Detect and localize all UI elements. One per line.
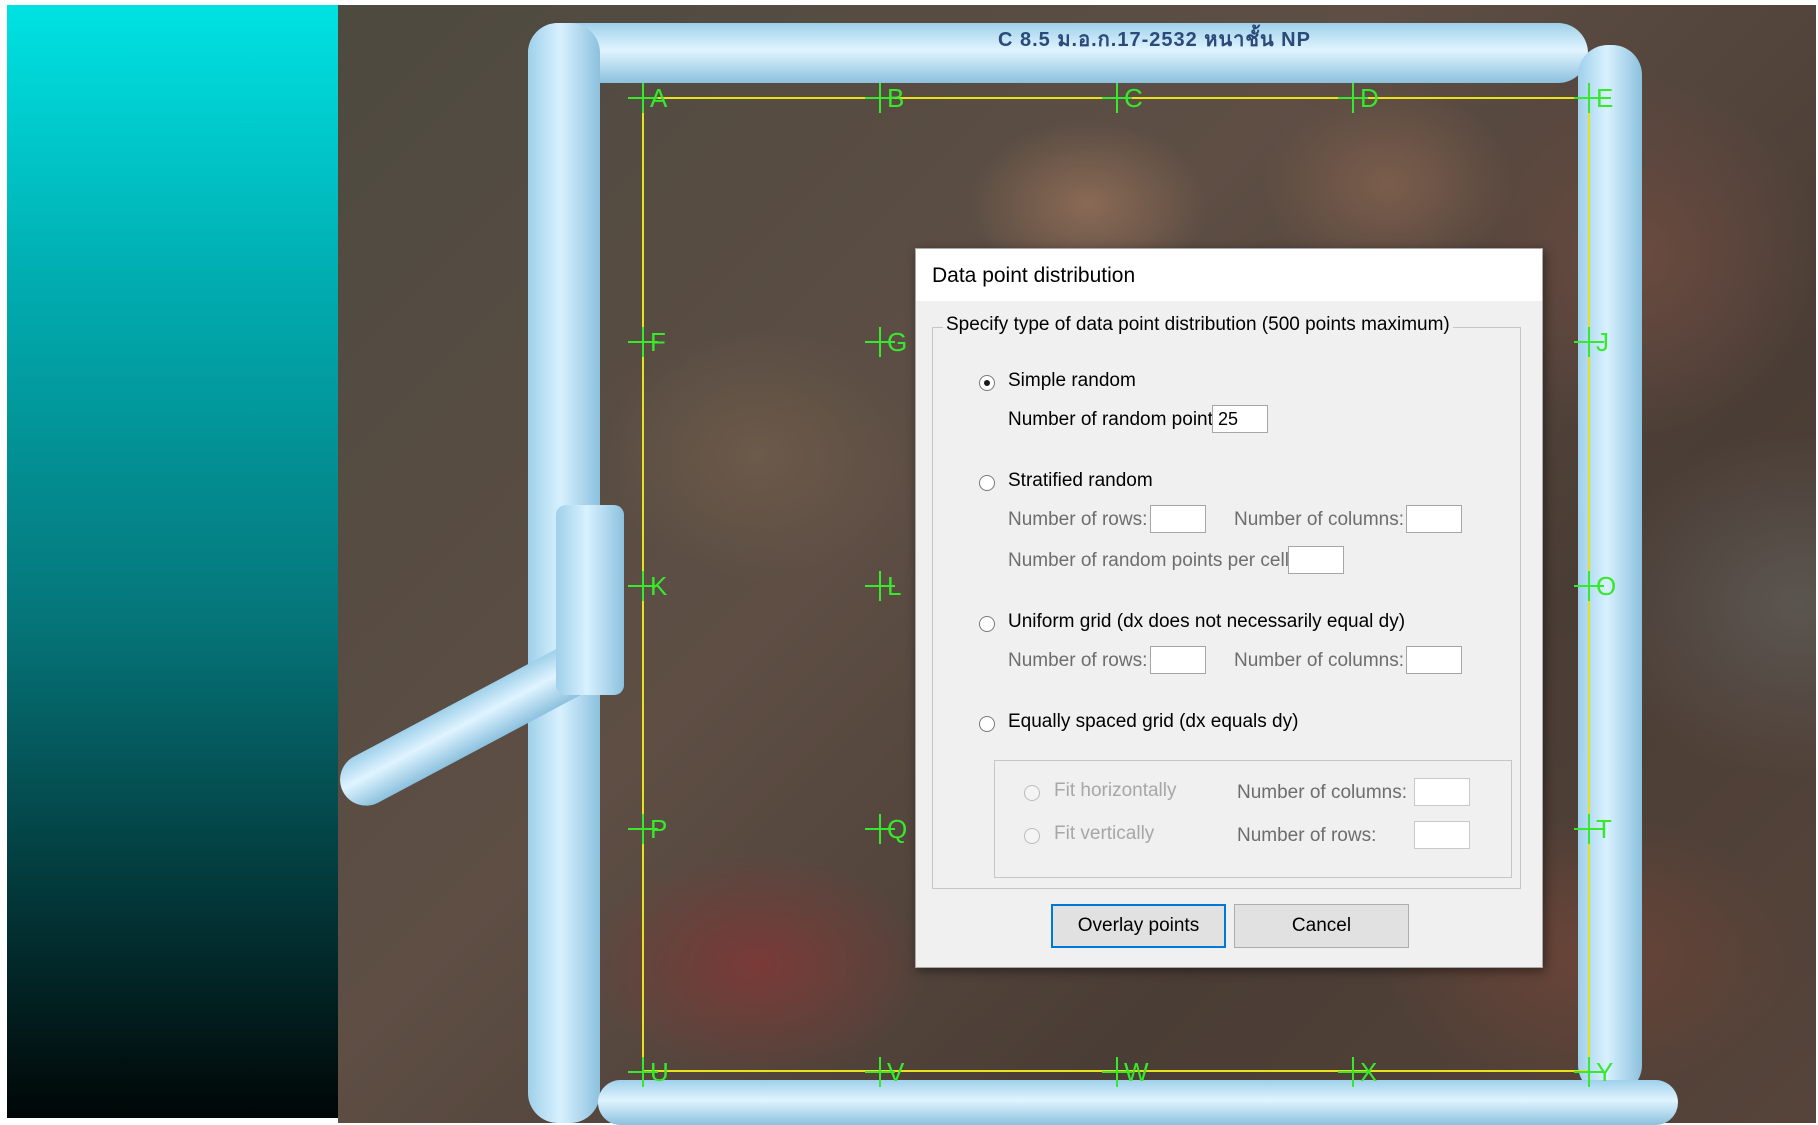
distribution-type-group: Specify type of data point distribution … (932, 314, 1521, 889)
grid-marker-label: C (1124, 83, 1143, 113)
simple-random-label[interactable]: Simple random (1008, 370, 1136, 392)
grid-marker: B (865, 83, 904, 113)
grid-marker: O (1574, 571, 1616, 601)
grid-marker: Y (1574, 1057, 1613, 1087)
sidebar-panel (7, 5, 338, 1118)
grid-marker-label: T (1596, 814, 1612, 844)
uniform-rows-label: Number of rows: (1008, 650, 1148, 671)
points-per-cell-input[interactable] (1288, 546, 1344, 574)
simple-random-radio[interactable] (979, 375, 995, 391)
grid-marker: J (1574, 327, 1609, 357)
grid-marker: V (865, 1057, 904, 1087)
uniform-columns-input[interactable] (1406, 646, 1462, 674)
fit-vertically-radio[interactable] (1024, 828, 1040, 844)
grid-marker-label: G (887, 327, 908, 357)
grid-marker: K (628, 571, 667, 601)
random-points-input[interactable]: 25 (1212, 405, 1268, 433)
stratified-columns-input[interactable] (1406, 505, 1462, 533)
grid-marker-label: Q (887, 814, 908, 844)
grid-marker-label: P (650, 814, 668, 844)
grid-marker-label: E (1596, 83, 1614, 113)
grid-marker-label: J (1596, 327, 1609, 357)
stratified-rows-label: Number of rows: (1008, 509, 1148, 530)
grid-marker-label: O (1596, 571, 1617, 601)
grid-marker-label: X (1360, 1057, 1378, 1087)
equal-grid-radio[interactable] (979, 716, 995, 732)
grid-marker-label: A (650, 83, 668, 113)
fit-horizontally-radio[interactable] (1024, 785, 1040, 801)
overlay-points-button[interactable]: Overlay points (1051, 904, 1226, 948)
pipe-joint (556, 505, 624, 695)
distribution-type-group-label: Specify type of data point distribution … (943, 314, 1453, 336)
dialog-title: Data point distribution (932, 264, 1136, 287)
equal-grid-options-group: Fit horizontally Fit vertically Number o… (994, 760, 1512, 878)
grid-marker: U (628, 1057, 669, 1087)
dialog-titlebar[interactable]: Data point distribution (916, 249, 1542, 301)
grid-marker: P (628, 814, 667, 844)
grid-marker-label: F (650, 327, 666, 357)
stratified-random-radio[interactable] (979, 475, 995, 491)
grid-marker: X (1338, 1057, 1377, 1087)
grid-marker: Q (865, 814, 907, 844)
equal-grid-label[interactable]: Equally spaced grid (dx equals dy) (1008, 711, 1298, 733)
equal-rows-input[interactable] (1414, 821, 1470, 849)
stratified-random-label[interactable]: Stratified random (1008, 470, 1153, 492)
uniform-rows-input[interactable] (1150, 646, 1206, 674)
grid-marker: T (1574, 814, 1612, 844)
grid-marker-label: D (1360, 83, 1379, 113)
grid-marker: G (865, 327, 907, 357)
pipe-label: C 8.5 ม.อ.ก.17-2532 หนาชั้น NP (998, 29, 1311, 51)
grid-marker-label: B (887, 83, 905, 113)
grid-marker-label: Y (1596, 1057, 1614, 1087)
points-per-cell-label: Number of random points per cell: (1008, 550, 1295, 571)
fit-horizontally-label[interactable]: Fit horizontally (1054, 780, 1177, 802)
grid-marker-label: U (650, 1057, 669, 1087)
random-points-label: Number of random points: (1008, 409, 1228, 430)
fit-vertically-label[interactable]: Fit vertically (1054, 823, 1154, 845)
grid-marker: D (1338, 83, 1379, 113)
grid-marker: F (628, 327, 666, 357)
grid-marker-label: L (887, 571, 902, 601)
stratified-columns-label: Number of columns: (1234, 509, 1405, 530)
equal-columns-label: Number of columns: (1237, 782, 1408, 803)
grid-marker-label: W (1124, 1057, 1149, 1087)
stratified-rows-input[interactable] (1150, 505, 1206, 533)
uniform-grid-radio[interactable] (979, 616, 995, 632)
equal-columns-input[interactable] (1414, 778, 1470, 806)
uniform-grid-label[interactable]: Uniform grid (dx does not necessarily eq… (1008, 611, 1405, 633)
data-point-distribution-dialog: Data point distribution Specify type of … (915, 248, 1543, 968)
grid-marker: W (1102, 1057, 1149, 1087)
grid-marker-label: K (650, 571, 668, 601)
equal-rows-label: Number of rows: (1237, 825, 1377, 846)
grid-marker: C (1102, 83, 1143, 113)
grid-marker: E (1574, 83, 1613, 113)
cancel-button[interactable]: Cancel (1234, 904, 1409, 948)
grid-marker: L (865, 571, 901, 601)
grid-marker: A (628, 83, 667, 113)
uniform-columns-label: Number of columns: (1234, 650, 1405, 671)
grid-marker-label: V (887, 1057, 905, 1087)
